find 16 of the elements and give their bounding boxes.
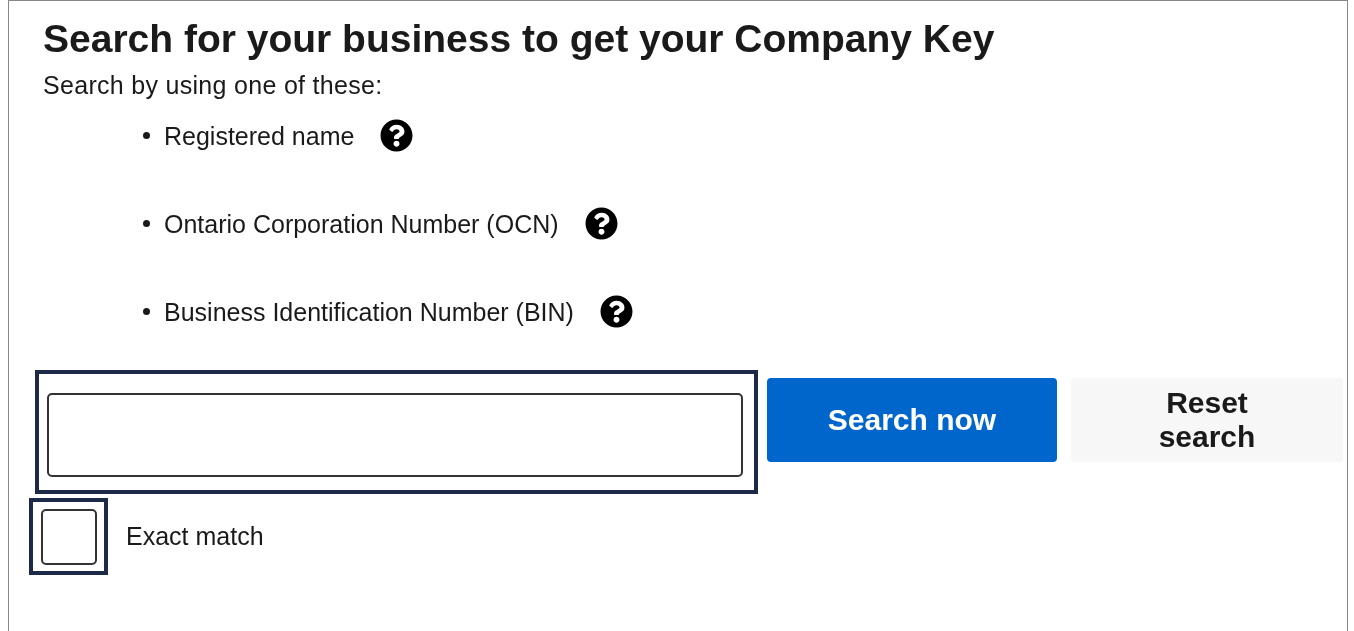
help-icon[interactable] — [380, 119, 414, 152]
option-label: Ontario Corporation Number (OCN) — [164, 208, 559, 240]
option-label: Business Identification Number (BIN) — [164, 296, 574, 328]
exact-match-checkbox[interactable] — [41, 509, 97, 565]
search-field[interactable] — [47, 393, 743, 477]
bullet-icon — [143, 220, 150, 227]
checkbox-label: Exact match — [126, 522, 264, 551]
bullet-icon — [143, 132, 150, 139]
help-icon[interactable] — [599, 295, 633, 328]
intro-text: Search by using one of these: — [43, 70, 384, 101]
search-button[interactable]: Search now — [767, 378, 1057, 462]
bullet-icon — [143, 308, 150, 315]
option-label: Registered name — [164, 120, 355, 152]
reset-button[interactable]: Reset search — [1071, 378, 1343, 462]
page-title: Search for your business to get your Company Key — [43, 16, 996, 62]
help-icon[interactable] — [584, 207, 618, 240]
